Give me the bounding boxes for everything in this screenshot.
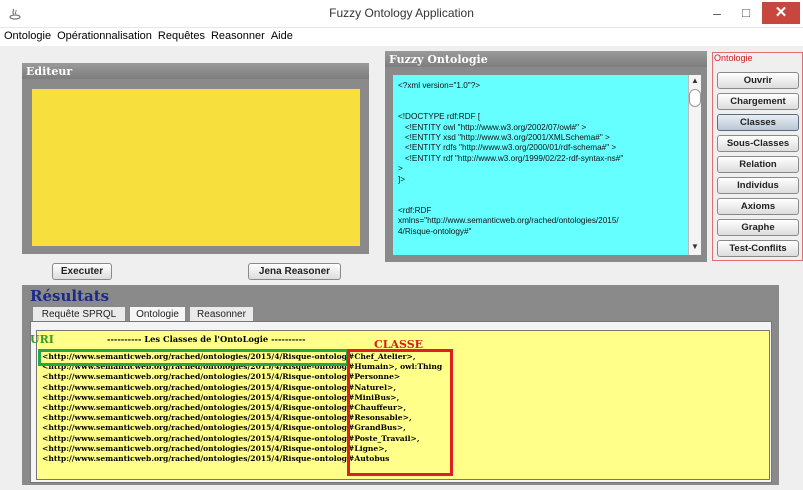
- menu-ontologie[interactable]: Ontologie: [4, 28, 51, 42]
- editor-panel: Editeur: [22, 63, 369, 254]
- scroll-up-arrow-icon[interactable]: ▲: [689, 75, 701, 87]
- fuzzy-ontology-panel: Fuzzy Ontologie <?xml version="1.0"?> <!…: [385, 51, 707, 262]
- class-uri: <http://www.semanticweb.org/rached/ontol…: [42, 443, 348, 453]
- editor-panel-title: Editeur: [22, 63, 369, 79]
- jena-reasoner-button[interactable]: Jena Reasoner: [248, 263, 341, 280]
- test-conflits-button[interactable]: Test-Conflits: [717, 240, 799, 257]
- class-highlight-box: [347, 349, 453, 476]
- menu-operationnalisation[interactable]: Opérationnalisation: [57, 28, 152, 42]
- menu-bar: Ontologie Opérationnalisation Requêtes Reas…: [0, 28, 803, 46]
- fuzzy-panel-title: Fuzzy Ontologie: [385, 51, 707, 67]
- individus-button[interactable]: Individus: [717, 177, 799, 194]
- class-uri: <http://www.semanticweb.org/rached/ontol…: [42, 423, 348, 433]
- tab-reasonner[interactable]: Reasonner: [189, 306, 254, 322]
- classes-header: ---------- Les Classes de l'OntoLogie --…: [107, 334, 306, 344]
- sous-classes-button[interactable]: Sous-Classes: [717, 135, 799, 152]
- uri-highlight-box: [38, 349, 349, 366]
- ouvrir-button[interactable]: Ouvrir: [717, 72, 799, 89]
- menu-reasonner[interactable]: Reasonner: [211, 28, 265, 42]
- window-title: Fuzzy Ontology Application: [329, 6, 474, 20]
- class-uri: <http://www.semanticweb.org/rached/ontol…: [42, 372, 348, 382]
- minimize-button[interactable]: –: [704, 2, 730, 24]
- class-uri: <http://www.semanticweb.org/rached/ontol…: [42, 433, 348, 443]
- editor-text-area[interactable]: [32, 89, 360, 246]
- axioms-button[interactable]: Axioms: [717, 198, 799, 215]
- xml-vertical-scrollbar[interactable]: ▲ ▼: [688, 75, 701, 255]
- menu-aide[interactable]: Aide: [271, 28, 293, 42]
- tab-requete-sprql[interactable]: Requête SPRQL: [32, 306, 126, 322]
- relation-button[interactable]: Relation: [717, 156, 799, 173]
- scroll-down-arrow-icon[interactable]: ▼: [689, 241, 701, 253]
- class-uri: <http://www.semanticweb.org/rached/ontol…: [42, 413, 348, 423]
- tab-ontologie[interactable]: Ontologie: [129, 306, 186, 322]
- ontologie-group-label: Ontologie: [714, 53, 753, 63]
- classes-button[interactable]: Classes: [717, 114, 799, 131]
- class-uri: <http://www.semanticweb.org/rached/ontol…: [42, 392, 348, 402]
- execute-button[interactable]: Executer: [52, 263, 112, 280]
- uri-label: URI: [30, 333, 54, 346]
- close-button[interactable]: ✕: [762, 2, 800, 24]
- class-uri: <http://www.semanticweb.org/rached/ontol…: [42, 382, 348, 392]
- class-uri: <http://www.semanticweb.org/rached/ontol…: [42, 453, 348, 463]
- ontology-xml-text-area[interactable]: <?xml version="1.0"?> <!DOCTYPE rdf:RDF …: [393, 75, 688, 255]
- results-tab-bar: Requête SPRQL Ontologie Reasonner: [32, 306, 772, 322]
- title-bar: Fuzzy Ontology Application – □ ✕: [0, 0, 803, 28]
- menu-requetes[interactable]: Requêtes: [158, 28, 205, 42]
- maximize-button[interactable]: □: [733, 2, 759, 24]
- class-uri: <http://www.semanticweb.org/rached/ontol…: [42, 402, 348, 412]
- chargement-button[interactable]: Chargement: [717, 93, 799, 110]
- results-title: Résultats: [30, 287, 110, 305]
- graphe-button[interactable]: Graphe: [717, 219, 799, 236]
- scroll-thumb[interactable]: [689, 89, 701, 107]
